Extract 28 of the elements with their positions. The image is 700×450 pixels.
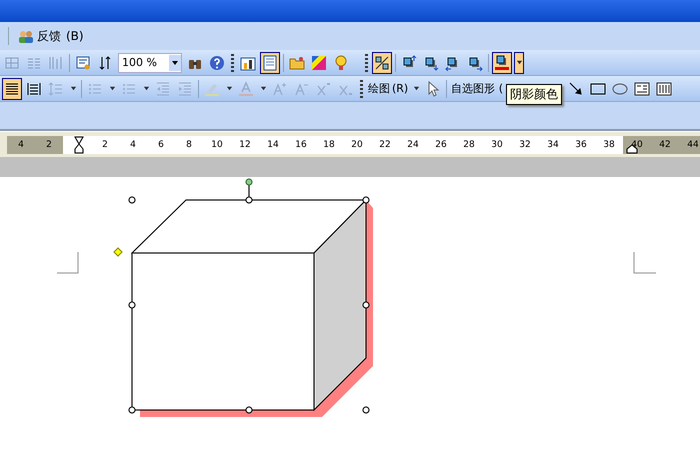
ruler-label: 12 [231, 136, 259, 154]
ruler-label: 2 [91, 136, 119, 154]
ruler-label: 24 [399, 136, 427, 154]
ruler-label: 8 [175, 136, 203, 154]
ruler-label: 38 [595, 136, 623, 154]
toolbar-menu-button[interactable]: 绘图 (R) [366, 79, 410, 98]
ruler-label: 10 [203, 136, 231, 154]
ruler-label: 4 [7, 136, 35, 154]
toolbar-menu-button[interactable]: 自选图形 ( [449, 79, 506, 98]
ruler-label: 42 [651, 136, 679, 154]
ruler-label: 6 [147, 136, 175, 154]
ruler-label: 14 [259, 136, 287, 154]
ruler-label: 44 [679, 136, 700, 154]
ruler-label: 4 [119, 136, 147, 154]
ruler-label: 16 [287, 136, 315, 154]
ruler-label: 30 [483, 136, 511, 154]
ruler-label: 32 [511, 136, 539, 154]
ruler-label: 26 [427, 136, 455, 154]
ruler-label: 2 [35, 136, 63, 154]
ruler-label: 18 [315, 136, 343, 154]
ruler-label: 34 [539, 136, 567, 154]
ruler-label: 20 [343, 136, 371, 154]
menu-item[interactable]: 反馈 (B) [15, 26, 87, 46]
ruler-label: 36 [567, 136, 595, 154]
zoom-field[interactable]: 100 % [118, 52, 182, 72]
tooltip: 阴影颜色 [506, 84, 562, 105]
ruler-label: 28 [455, 136, 483, 154]
ruler-label: 22 [371, 136, 399, 154]
